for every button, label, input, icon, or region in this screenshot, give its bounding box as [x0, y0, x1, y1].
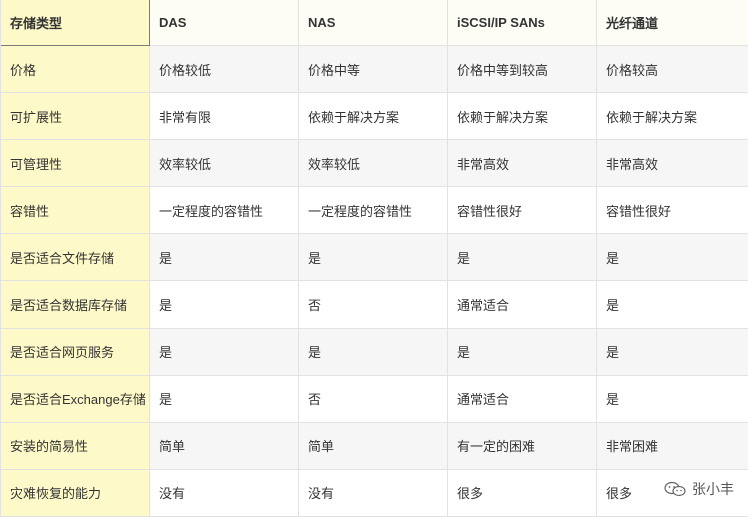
table-cell: 是 [299, 328, 448, 376]
row-label: 价格 [1, 46, 150, 94]
table-cell: 有一定的困难 [448, 422, 597, 470]
table-cell: 简单 [299, 422, 448, 470]
watermark: 张小丰 [664, 479, 734, 499]
table-cell: 依赖于解决方案 [597, 93, 748, 141]
table-cell: 价格中等 [299, 46, 448, 94]
table-cell: 很多 [448, 469, 597, 517]
table-cell: 是 [448, 234, 597, 282]
row-label: 是否适合Exchange存储 [1, 375, 150, 423]
table-cell: 一定程度的容错性 [150, 187, 299, 235]
row-label: 灾难恢复的能力 [1, 469, 150, 517]
table-cell: 价格较低 [150, 46, 299, 94]
row-label: 是否适合文件存储 [1, 234, 150, 282]
table-cell: 效率较低 [299, 140, 448, 188]
table-cell: 是 [597, 328, 748, 376]
table-cell: 价格较高 [597, 46, 748, 94]
table-cell: 没有 [299, 469, 448, 517]
table-cell: 依赖于解决方案 [448, 93, 597, 141]
table-cell: 容错性很好 [448, 187, 597, 235]
header-cell-nas: NAS [299, 0, 448, 46]
table-cell: 是 [597, 234, 748, 282]
table-cell: 没有 [150, 469, 299, 517]
watermark-text: 张小丰 [692, 481, 734, 497]
row-label: 可扩展性 [1, 93, 150, 141]
table-cell: 是 [597, 281, 748, 329]
table-cell: 是 [150, 234, 299, 282]
table-cell: 否 [299, 375, 448, 423]
table-cell: 价格中等到较高 [448, 46, 597, 94]
table-cell: 是 [299, 234, 448, 282]
table-cell: 非常困难 [597, 422, 748, 470]
table-cell: 是 [150, 328, 299, 376]
table-cell: 容错性很好 [597, 187, 748, 235]
row-label: 容错性 [1, 187, 150, 235]
header-cell-das: DAS [150, 0, 299, 46]
row-label: 是否适合网页服务 [1, 328, 150, 376]
table-cell: 是 [448, 328, 597, 376]
header-cell-storage-type: 存储类型 [1, 0, 150, 46]
table-cell: 效率较低 [150, 140, 299, 188]
header-cell-fibre-channel: 光纤通道 [597, 0, 748, 46]
table-cell: 通常适合 [448, 281, 597, 329]
table-cell: 是 [150, 281, 299, 329]
row-label: 是否适合数据库存储 [1, 281, 150, 329]
table-cell: 是 [150, 375, 299, 423]
table-cell: 是 [597, 375, 748, 423]
table-cell: 依赖于解决方案 [299, 93, 448, 141]
header-cell-iscsi: iSCSI/IP SANs [448, 0, 597, 46]
row-label: 可管理性 [1, 140, 150, 188]
table-cell: 通常适合 [448, 375, 597, 423]
row-label: 安装的简易性 [1, 422, 150, 470]
table-cell: 否 [299, 281, 448, 329]
wechat-icon [664, 481, 686, 497]
table-cell: 一定程度的容错性 [299, 187, 448, 235]
storage-comparison-table: 存储类型 DAS NAS iSCSI/IP SANs 光纤通道 价格 价格较低 … [0, 0, 748, 517]
table-cell: 非常高效 [597, 140, 748, 188]
table-cell: 非常有限 [150, 93, 299, 141]
table-cell: 非常高效 [448, 140, 597, 188]
table-cell: 简单 [150, 422, 299, 470]
